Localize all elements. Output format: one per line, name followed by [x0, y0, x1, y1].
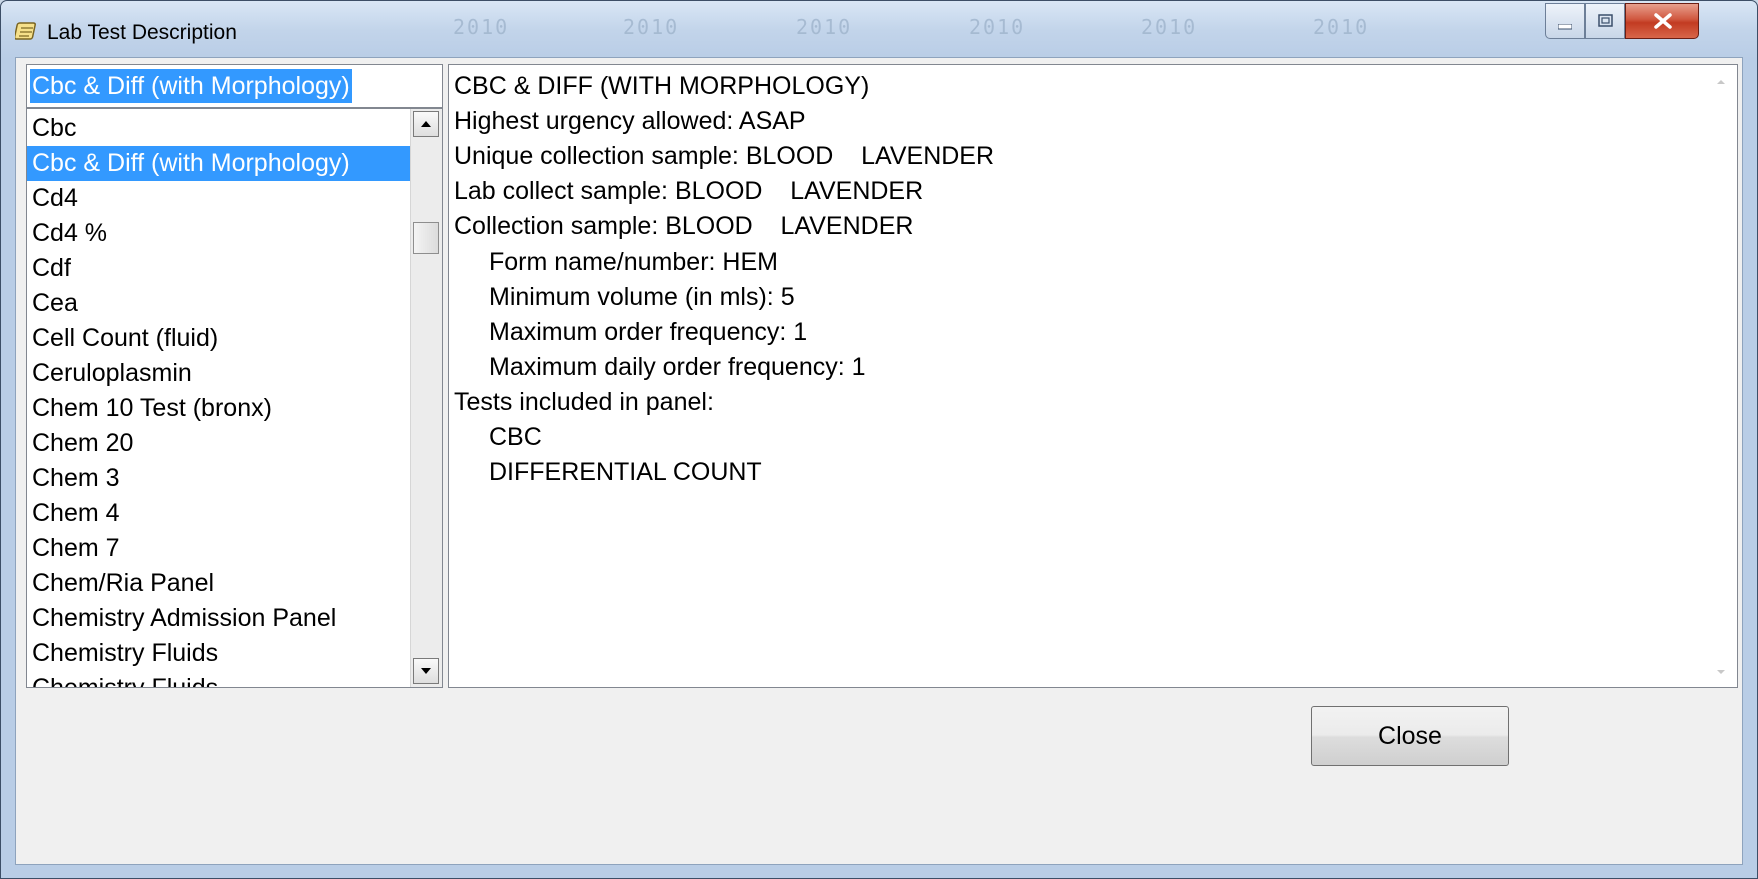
- list-item[interactable]: Ceruloplasmin: [27, 356, 411, 391]
- list-item-selected[interactable]: Cbc & Diff (with Morphology): [27, 146, 411, 181]
- title-bar[interactable]: 2010 2010 2010 2010 2010 2010 Lab Test D…: [1, 1, 1757, 57]
- detail-line: Lab collect sample: BLOOD LAVENDER: [454, 177, 924, 205]
- list-item[interactable]: Chem 10 Test (bronx): [27, 391, 411, 426]
- close-button[interactable]: Close: [1311, 706, 1509, 766]
- scrollbar-thumb[interactable]: [413, 222, 439, 254]
- lab-test-list[interactable]: Cbc Cbc & Diff (with Morphology) Cd4 Cd4…: [26, 108, 443, 688]
- list-item[interactable]: Cbc: [27, 111, 411, 146]
- detail-line: Maximum order frequency: 1: [489, 318, 808, 346]
- window-close-button[interactable]: [1625, 3, 1699, 39]
- list-scrollbar[interactable]: [410, 109, 442, 687]
- background-text: 2010: [623, 15, 680, 39]
- description-scrollbar[interactable]: [1707, 65, 1737, 687]
- list-item[interactable]: Chem/Ria Panel: [27, 566, 411, 601]
- list-item[interactable]: Cell Count (fluid): [27, 321, 411, 356]
- maximize-icon: [1598, 14, 1613, 27]
- background-text: 2010: [1313, 15, 1370, 39]
- list-item[interactable]: Cd4: [27, 181, 411, 216]
- scroll-down-button[interactable]: [413, 658, 439, 684]
- list-item[interactable]: Chemistry Fluids: [27, 671, 411, 687]
- window-title: Lab Test Description: [47, 21, 237, 44]
- maximize-button[interactable]: [1585, 3, 1625, 39]
- list-item[interactable]: Cdf: [27, 251, 411, 286]
- detail-test-name: CBC & DIFF (WITH MORPHOLOGY): [454, 72, 870, 100]
- down-arrow-icon: [1717, 670, 1725, 674]
- detail-line: Unique collection sample: BLOOD LAVENDER: [454, 142, 995, 170]
- list-item[interactable]: Chem 7: [27, 531, 411, 566]
- list-item[interactable]: Chemistry Fluids: [27, 636, 411, 671]
- up-arrow-icon: [421, 121, 431, 127]
- list-item[interactable]: Chem 20: [27, 426, 411, 461]
- search-input-value: Cbc & Diff (with Morphology): [30, 69, 352, 103]
- minimize-button[interactable]: [1545, 3, 1585, 39]
- list-item[interactable]: Chem 4: [27, 496, 411, 531]
- background-text: 2010: [453, 15, 510, 39]
- detail-line: Minimum volume (in mls): 5: [489, 283, 795, 311]
- dialog-client-area: Cbc & Diff (with Morphology) Cbc Cbc & D…: [15, 57, 1743, 865]
- detail-line: Tests included in panel:: [454, 388, 714, 416]
- detail-line: Collection sample: BLOOD LAVENDER: [454, 212, 914, 240]
- detail-line: CBC: [489, 423, 542, 451]
- background-text: 2010: [1141, 15, 1198, 39]
- background-text: 2010: [796, 15, 853, 39]
- lab-test-description-window: 2010 2010 2010 2010 2010 2010 Lab Test D…: [0, 0, 1758, 879]
- detail-line: DIFFERENTIAL COUNT: [489, 458, 762, 486]
- detail-line: Form name/number: HEM: [489, 248, 778, 276]
- detail-line: Maximum daily order frequency: 1: [489, 353, 866, 381]
- notepad-icon: [13, 21, 39, 41]
- list-item[interactable]: Chemistry Admission Panel: [27, 601, 411, 636]
- minimize-icon: [1558, 24, 1572, 30]
- test-search-input[interactable]: Cbc & Diff (with Morphology): [26, 64, 443, 108]
- test-description-panel: CBC & DIFF (WITH MORPHOLOGY) Highest urg…: [448, 64, 1738, 688]
- up-arrow-icon: [1717, 80, 1725, 84]
- list-item[interactable]: Cea: [27, 286, 411, 321]
- close-icon: [1654, 13, 1672, 29]
- detail-line: Highest urgency allowed: ASAP: [454, 107, 806, 135]
- scroll-up-button[interactable]: [413, 111, 439, 137]
- background-text: 2010: [969, 15, 1026, 39]
- down-arrow-icon: [421, 668, 431, 674]
- list-item[interactable]: Chem 3: [27, 461, 411, 496]
- list-item[interactable]: Cd4 %: [27, 216, 411, 251]
